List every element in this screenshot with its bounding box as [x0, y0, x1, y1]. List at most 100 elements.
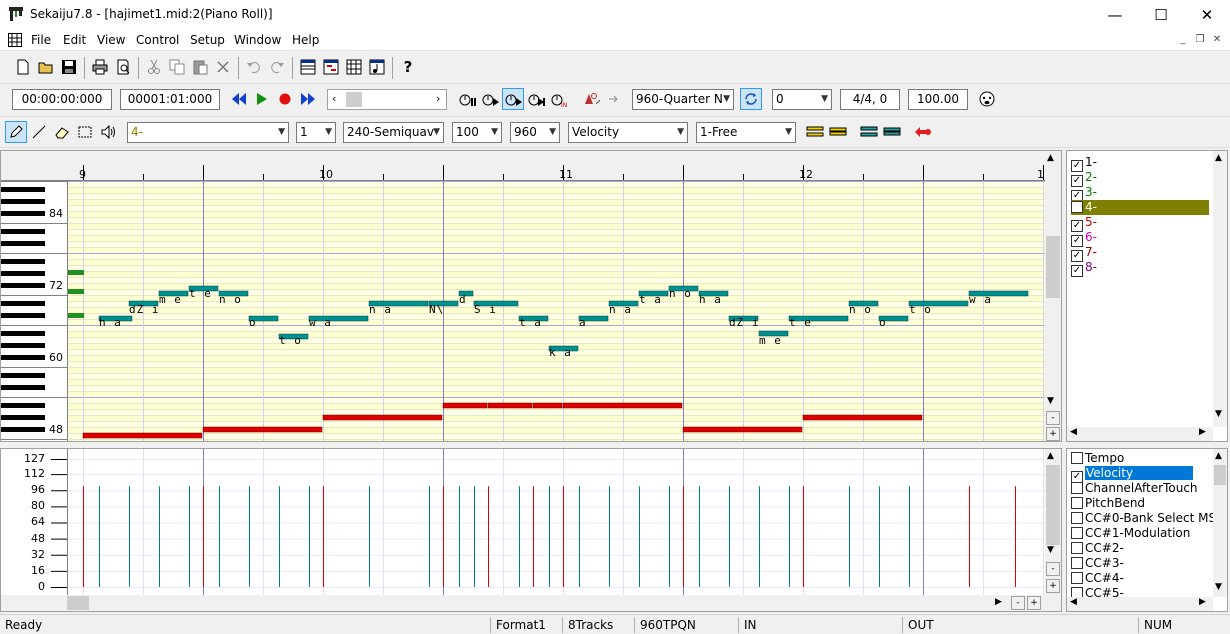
- slider-left-icon[interactable]: ‹: [332, 92, 336, 105]
- checkbox[interactable]: ✓: [1071, 265, 1083, 277]
- graph-kind-item[interactable]: CC#0-Bank Select MSB: [1071, 511, 1224, 526]
- track-list-item[interactable]: ✓ 1-: [1071, 155, 1209, 172]
- track-list-item[interactable]: ✓ 7-: [1071, 245, 1209, 262]
- zoom-minus-button[interactable]: -: [1046, 562, 1060, 576]
- checkbox[interactable]: [1071, 572, 1083, 584]
- scroll-up-icon[interactable]: ▲: [1047, 153, 1054, 163]
- graph-kind-select[interactable]: Velocity ▼: [568, 122, 688, 143]
- scroll-down-icon[interactable]: ▼: [1215, 409, 1222, 419]
- checkbox[interactable]: [1071, 497, 1083, 509]
- new-file-icon[interactable]: [12, 56, 34, 78]
- note-grid[interactable]: [1, 181, 1045, 441]
- pencil-tool-icon[interactable]: [5, 121, 27, 143]
- track-list-item[interactable]: 4-: [1071, 200, 1209, 215]
- scroll-left-icon[interactable]: ◀: [1070, 597, 1077, 607]
- slider-thumb[interactable]: [346, 92, 362, 107]
- copy-icon[interactable]: [166, 56, 188, 78]
- panic-icon[interactable]: [976, 88, 998, 110]
- position-slider[interactable]: ‹ ›: [327, 89, 447, 110]
- cut-icon[interactable]: [143, 56, 165, 78]
- graph-kind-item[interactable]: CC#4-: [1071, 571, 1211, 586]
- checkbox[interactable]: [1071, 452, 1083, 464]
- maximize-icon[interactable]: ☐: [1138, 0, 1184, 30]
- zoom-in-horizontal-icon[interactable]: [881, 121, 903, 143]
- musical-score-icon[interactable]: [366, 56, 388, 78]
- scroll-thumb[interactable]: [1046, 236, 1060, 298]
- scroll-left-icon[interactable]: ◀: [1070, 427, 1077, 437]
- play-icon[interactable]: [251, 88, 273, 110]
- checkbox[interactable]: [1071, 557, 1083, 569]
- zoom-out-horizontal-icon[interactable]: [858, 121, 880, 143]
- undo-icon[interactable]: [243, 56, 265, 78]
- track-list-icon[interactable]: [297, 56, 319, 78]
- velocity-select[interactable]: 100 ▼: [452, 122, 502, 143]
- fast-forward-icon[interactable]: [297, 88, 319, 110]
- track-list-hscroll[interactable]: ◀ ▶: [1067, 427, 1213, 441]
- save-icon[interactable]: [58, 56, 80, 78]
- piano-roll-icon[interactable]: [320, 56, 342, 78]
- scroll-right-icon[interactable]: ▶: [1199, 597, 1206, 607]
- scroll-thumb[interactable]: [67, 596, 89, 610]
- print-icon[interactable]: [89, 56, 111, 78]
- track-list-item[interactable]: ✓ 2-: [1071, 170, 1209, 187]
- close-icon[interactable]: ✕: [1184, 0, 1230, 30]
- snap-select[interactable]: 240-Semiquav ▼: [343, 122, 444, 143]
- input-timing-icon[interactable]: IN: [548, 88, 570, 110]
- zoom-plus-button[interactable]: +: [1046, 579, 1060, 593]
- measure-ruler[interactable]: [1, 151, 1045, 181]
- midi-through-icon[interactable]: [603, 88, 625, 110]
- auto-locate-icon[interactable]: [502, 88, 524, 110]
- event-list-icon[interactable]: [343, 56, 365, 78]
- scroll-right-icon[interactable]: ▶: [995, 597, 1002, 607]
- zoom-out-vertical-icon[interactable]: [804, 121, 826, 143]
- checkbox[interactable]: [1071, 512, 1083, 524]
- graph-kind-item[interactable]: Tempo: [1071, 451, 1211, 466]
- velocity-vscroll[interactable]: ▲ ▼ - +: [1045, 449, 1061, 595]
- speaker-tool-icon[interactable]: [97, 121, 119, 143]
- metronome-icon[interactable]: [580, 88, 602, 110]
- horizontal-scrollbar[interactable]: ▶ - +: [1, 595, 1061, 611]
- duration-select[interactable]: 960 ▼: [510, 122, 560, 143]
- graph-kind-item[interactable]: CC#3-: [1071, 556, 1211, 571]
- track-list-item[interactable]: ✓ 3-: [1071, 185, 1209, 202]
- graph-kind-item[interactable]: PitchBend: [1071, 496, 1211, 511]
- channel-select[interactable]: 1 ▼: [296, 122, 336, 143]
- track-list-vscroll[interactable]: ▲ ▼: [1213, 151, 1227, 427]
- zoom-minus-button[interactable]: -: [1046, 411, 1060, 425]
- redo-icon[interactable]: [266, 56, 288, 78]
- scroll-down-icon[interactable]: ▼: [1047, 545, 1054, 555]
- mdi-restore-icon[interactable]: ❐: [1193, 33, 1207, 47]
- graph-kind-item[interactable]: CC#2-: [1071, 541, 1211, 556]
- menu-file[interactable]: File: [31, 33, 51, 47]
- record-icon[interactable]: [274, 88, 296, 110]
- scroll-right-icon[interactable]: ▶: [1199, 427, 1206, 437]
- track-list-item[interactable]: ✓ 8-: [1071, 260, 1209, 277]
- eraser-tool-icon[interactable]: [51, 121, 73, 143]
- zoom-plus-button[interactable]: +: [1027, 596, 1041, 610]
- slider-right-icon[interactable]: ›: [436, 92, 440, 105]
- scroll-up-icon[interactable]: ▲: [1215, 451, 1222, 461]
- locate-next-icon[interactable]: [525, 88, 547, 110]
- piano-roll-doc-icon[interactable]: [8, 33, 22, 47]
- scroll-thumb[interactable]: [1214, 465, 1226, 485]
- scroll-down-icon[interactable]: ▼: [1215, 582, 1222, 592]
- graph-list-vscroll[interactable]: ▲ ▼: [1213, 449, 1227, 597]
- line-tool-icon[interactable]: [28, 121, 50, 143]
- checkbox[interactable]: [1071, 527, 1083, 539]
- print-preview-icon[interactable]: [112, 56, 134, 78]
- graph-snap-select[interactable]: 1-Free ▼: [696, 122, 796, 143]
- track-list-item[interactable]: ✓ 6-: [1071, 230, 1209, 247]
- scroll-up-icon[interactable]: ▲: [1215, 153, 1222, 163]
- key-select[interactable]: 0 ▼: [772, 89, 832, 110]
- zoom-plus-button[interactable]: +: [1046, 427, 1060, 441]
- loop-icon[interactable]: [740, 88, 762, 110]
- paste-icon[interactable]: [189, 56, 211, 78]
- open-folder-icon[interactable]: [35, 56, 57, 78]
- menu-view[interactable]: View: [97, 33, 125, 47]
- graph-kind-item[interactable]: ✓ Velocity: [1071, 466, 1211, 483]
- graph-kind-item[interactable]: CC#1-Modulation: [1071, 526, 1211, 541]
- minimize-icon[interactable]: —: [1092, 0, 1138, 30]
- mdi-minimize-icon[interactable]: _: [1176, 33, 1190, 47]
- help-icon[interactable]: ?: [397, 56, 419, 78]
- locate-prev-icon[interactable]: [479, 88, 501, 110]
